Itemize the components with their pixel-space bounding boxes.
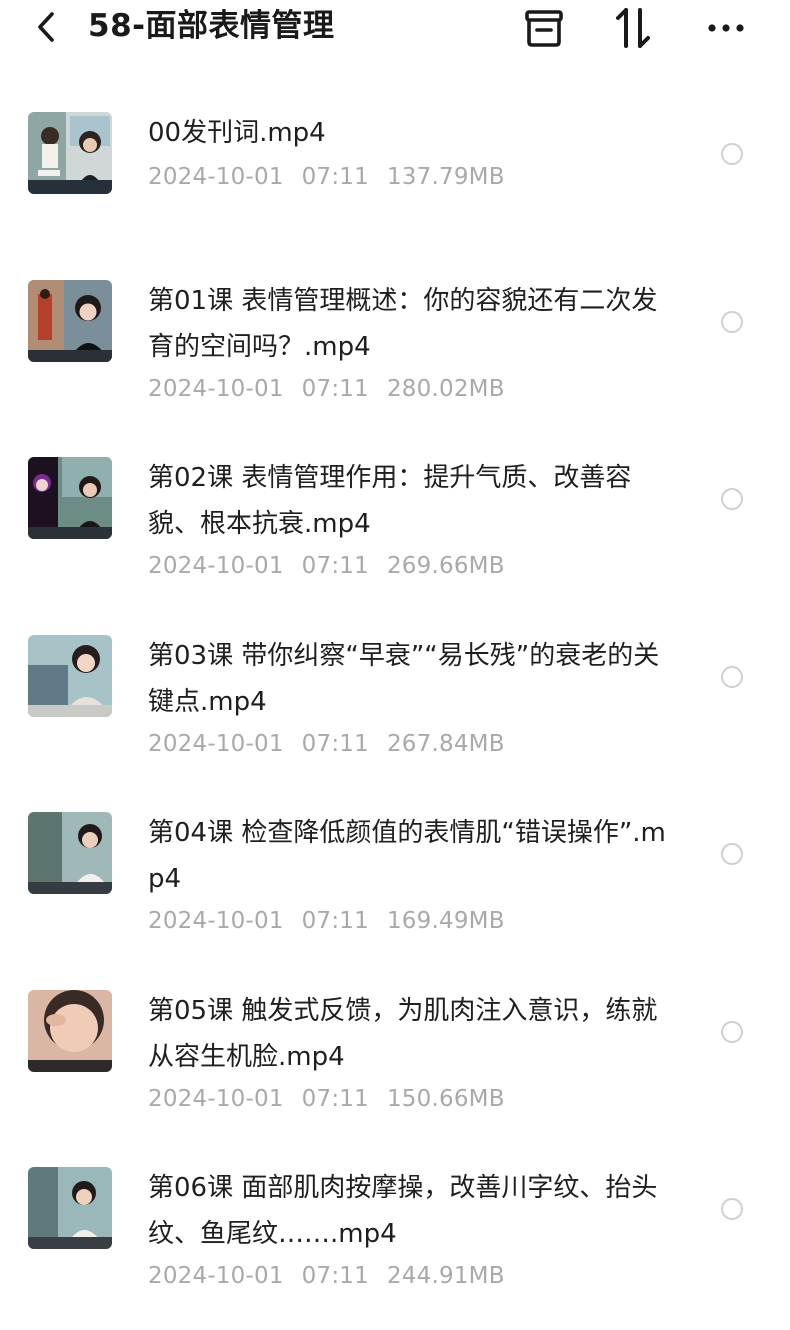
file-name: 第06课 面部肌肉按摩操，改善川字纹、抬头纹、鱼尾纹…….mp4 [148, 1173, 658, 1249]
file-row[interactable]: 第03课 带你纠察“早衰”“易长残”的衰老的关键点.mp4 2024-10-01… [0, 621, 790, 798]
select-radio[interactable] [721, 1021, 743, 1043]
file-meta: 2024-10-01 07:11 244.91MB [148, 1263, 523, 1289]
file-row[interactable]: 第04课 检查降低颜值的表情肌“错误操作”.mp4 2024-10-01 07:1… [0, 798, 790, 975]
select-radio[interactable] [721, 143, 743, 165]
video-thumbnail [28, 457, 112, 539]
file-time: 07:11 [301, 553, 369, 579]
file-row[interactable]: 00发刊词.mp4 2024-10-01 07:11 137.79MB [0, 98, 790, 275]
file-time: 07:11 [301, 731, 369, 757]
file-size: 169.49MB [386, 908, 505, 934]
file-name: 第03课 带你纠察“早衰”“易长残”的衰老的关键点.mp4 [148, 641, 660, 717]
file-meta: 2024-10-01 07:11 169.49MB [148, 908, 523, 934]
select-radio[interactable] [721, 843, 743, 865]
file-date: 2024-10-01 [148, 1086, 284, 1112]
select-radio[interactable] [721, 311, 743, 333]
file-name: 第01课 表情管理概述：你的容貌还有二次发育的空间吗？.mp4 [148, 286, 658, 362]
file-meta: 2024-10-01 07:11 269.66MB [148, 553, 523, 579]
select-radio[interactable] [721, 488, 743, 510]
file-name: 第05课 触发式反馈，为肌肉注入意识，练就从容生机脸.mp4 [148, 996, 658, 1072]
page-title: 58-面部表情管理 [88, 8, 335, 44]
video-thumbnail [28, 635, 112, 717]
file-meta: 2024-10-01 07:11 267.84MB [148, 731, 523, 757]
file-date: 2024-10-01 [148, 1263, 284, 1289]
file-size: 267.84MB [386, 731, 505, 757]
video-thumbnail [28, 1167, 112, 1249]
file-name: 第04课 检查降低颜值的表情肌“错误操作”.mp4 [148, 818, 666, 894]
file-size: 150.66MB [386, 1086, 505, 1112]
file-date: 2024-10-01 [148, 376, 284, 402]
file-time: 07:11 [301, 1086, 369, 1112]
file-name: 第02课 表情管理作用：提升气质、改善容貌、根本抗衰.mp4 [148, 463, 632, 539]
file-row[interactable]: 第02课 表情管理作用：提升气质、改善容貌、根本抗衰.mp4 2024-10-0… [0, 443, 790, 620]
file-time: 07:11 [301, 1263, 369, 1289]
top-bar: 58-面部表情管理 [0, 0, 790, 58]
file-size: 269.66MB [386, 553, 505, 579]
video-thumbnail [28, 990, 112, 1072]
file-row[interactable]: 第01课 表情管理概述：你的容貌还有二次发育的空间吗？.mp4 2024-10-… [0, 266, 790, 443]
select-radio[interactable] [721, 1198, 743, 1220]
file-row[interactable]: 第05课 触发式反馈，为肌肉注入意识，练就从容生机脸.mp4 2024-10-0… [0, 976, 790, 1153]
file-time: 07:11 [301, 376, 369, 402]
file-size: 137.79MB [386, 164, 505, 190]
file-meta: 2024-10-01 07:11 280.02MB [148, 376, 523, 402]
file-date: 2024-10-01 [148, 164, 284, 190]
select-radio[interactable] [721, 666, 743, 688]
file-row[interactable]: 第06课 面部肌肉按摩操，改善川字纹、抬头纹、鱼尾纹…….mp4 2024-10… [0, 1153, 790, 1330]
archive-icon[interactable] [522, 6, 566, 50]
file-size: 280.02MB [386, 376, 505, 402]
video-thumbnail [28, 112, 112, 194]
file-date: 2024-10-01 [148, 731, 284, 757]
file-size: 244.91MB [386, 1263, 505, 1289]
sort-icon[interactable] [612, 6, 656, 50]
back-arrow-icon[interactable] [30, 8, 64, 46]
video-thumbnail [28, 812, 112, 894]
file-time: 07:11 [301, 164, 369, 190]
file-date: 2024-10-01 [148, 553, 284, 579]
file-time: 07:11 [301, 908, 369, 934]
file-name: 00发刊词.mp4 [148, 118, 326, 148]
file-meta: 2024-10-01 07:11 137.79MB [148, 164, 523, 190]
file-date: 2024-10-01 [148, 908, 284, 934]
more-options-icon[interactable] [704, 6, 748, 50]
file-meta: 2024-10-01 07:11 150.66MB [148, 1086, 523, 1112]
video-thumbnail [28, 280, 112, 362]
